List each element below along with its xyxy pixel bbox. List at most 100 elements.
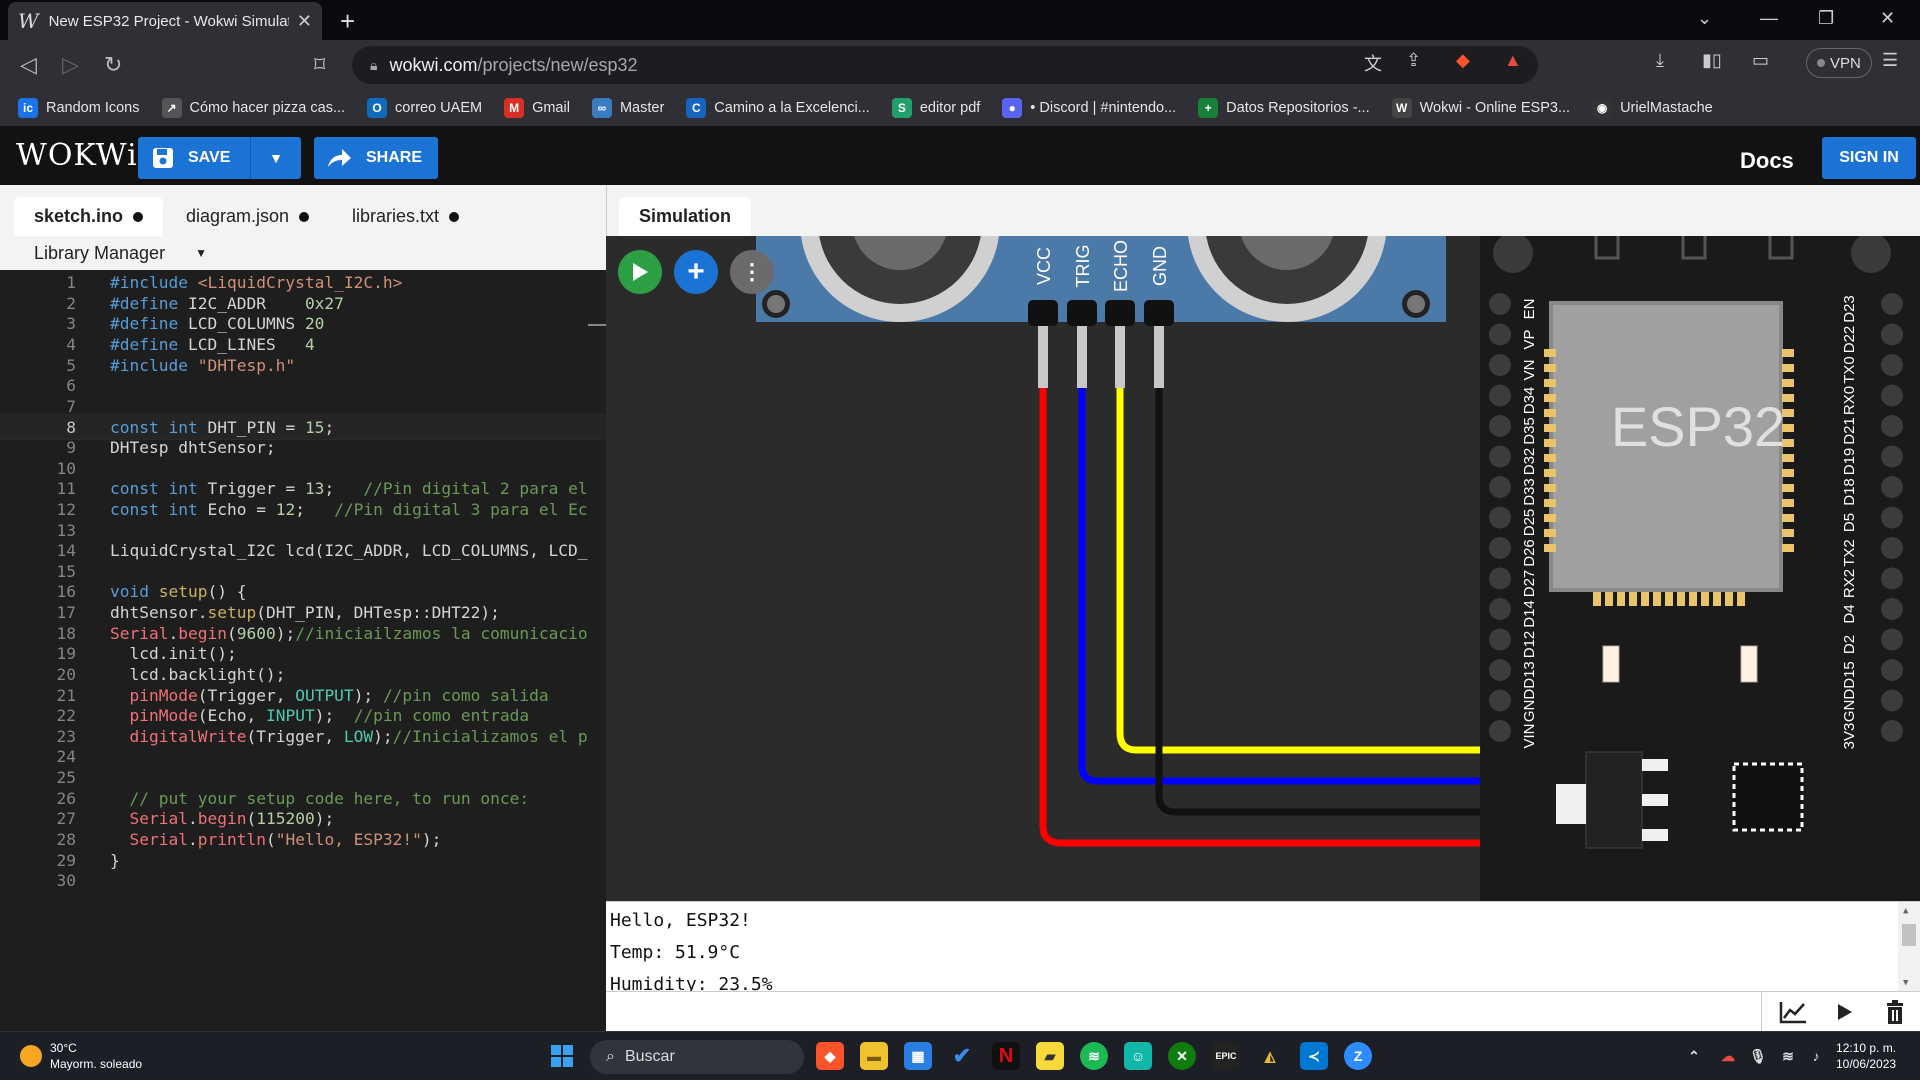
tab-sketch-ino[interactable]: sketch.ino [14,197,164,236]
translate-icon[interactable]: 文 [1364,50,1382,76]
forward-icon[interactable]: ▷ [62,52,79,78]
download-icon[interactable]: ⤓ [1656,50,1664,71]
sign-in-button[interactable]: SIGN IN [1822,137,1916,179]
back-icon[interactable]: ◁ [20,52,37,78]
clear-button[interactable] [1878,996,1912,1028]
menu-icon[interactable]: ☰ [1882,50,1898,71]
header-pin[interactable] [1489,567,1511,590]
vpn-button[interactable]: VPN [1806,48,1872,78]
header-pin[interactable] [1489,628,1511,651]
caret-down-icon[interactable]: ▼ [195,246,207,260]
bookmark-item[interactable]: Seditor pdf [891,98,980,118]
weather-widget[interactable]: 30°C Mayorm. soleado [20,1040,142,1072]
chat-app-icon[interactable]: ☺ [1124,1042,1152,1070]
file-explorer-icon[interactable]: ▬ [860,1042,888,1070]
wallet-icon[interactable]: ▭ [1752,50,1769,71]
header-pin[interactable] [1881,354,1903,376]
epic-games-icon[interactable]: EPIC [1212,1042,1240,1070]
header-pin[interactable] [1489,293,1511,315]
header-pin[interactable] [1489,689,1511,712]
header-pin[interactable] [1881,445,1903,468]
bookmark-item[interactable]: ic Random Icons [18,98,140,118]
close-tab-icon[interactable]: ✕ [297,11,312,32]
tab-diagram-json[interactable]: diagram.json [166,197,329,236]
address-bar[interactable]: 🔒︎ wokwi.com/projects/new/esp32 [352,46,1538,84]
sidebar-icon[interactable]: ▮▯ [1702,50,1722,71]
header-pin[interactable] [1881,506,1903,529]
header-pin[interactable] [1881,659,1903,681]
volume-icon[interactable]: ♪ [1802,1042,1830,1070]
serial-input[interactable] [606,992,1762,1032]
save-button[interactable]: SAVE ▼ [138,137,301,179]
tray-chevron-icon[interactable]: ⌃ [1680,1042,1708,1070]
minimize-button[interactable]: — [1760,8,1778,29]
wokwi-logo[interactable]: WOKWi [16,138,138,173]
bookmark-icon[interactable]: ⌑ [314,52,325,78]
bookmark-item[interactable]: + Datos Repositorios -... [1198,98,1370,118]
scroll-down-icon[interactable]: ▼ [1903,978,1908,988]
header-pin[interactable] [1881,323,1903,346]
header-pin[interactable] [1489,659,1511,681]
header-pin[interactable] [1489,506,1511,529]
resume-button[interactable] [1828,996,1862,1028]
xbox-icon[interactable]: ✕ [1168,1042,1196,1070]
header-pin[interactable] [1489,415,1511,437]
header-pin[interactable] [1489,354,1511,376]
header-pin[interactable] [1881,384,1903,407]
todo-icon[interactable]: ✔ [948,1042,976,1070]
save-options-chevron-icon[interactable]: ▼ [251,150,301,166]
brave-rewards-icon[interactable]: ▲ [1504,50,1522,71]
tab-search-chevron-icon[interactable]: ⌄ [1697,8,1712,29]
brave-browser-icon[interactable]: ◆ [816,1042,844,1070]
simulation-canvas[interactable]: VCC TRIG ECHO GND ESP32 EN VP VN D34 D35… [606,236,1920,901]
app-icon[interactable]: ◭ [1256,1042,1284,1070]
bookmark-item[interactable]: C Camino a la Excelenci... [686,98,870,118]
taskbar-search[interactable]: ⌕ Buscar [590,1040,804,1074]
serial-scrollbar[interactable]: ▲ ▼ [1898,902,1920,991]
browser-tab[interactable]: W New ESP32 Project - Wokwi Simulato ✕ [8,2,322,40]
code-line[interactable]: 30 [0,868,606,893]
bookmark-item[interactable]: M Gmail [504,98,570,118]
plotter-button[interactable] [1776,996,1810,1028]
wifi-icon[interactable]: ≋ [1774,1042,1802,1070]
header-pin[interactable] [1489,384,1511,407]
code-area[interactable]: 1 #include <LiquidCrystal_I2C.h> 2 #define … [0,270,606,1031]
clock[interactable]: 12:10 p. m. 10/06/2023 [1836,1040,1896,1072]
header-pin[interactable] [1489,598,1511,620]
header-pin[interactable] [1881,293,1903,315]
windows-start-icon[interactable] [548,1042,576,1070]
bookmark-item[interactable]: ◉ UrielMastache [1592,98,1713,118]
tab-simulation[interactable]: Simulation [619,197,752,236]
microphone-icon[interactable]: 🎙︎ [1744,1042,1772,1070]
scroll-up-icon[interactable]: ▲ [1903,906,1908,916]
library-manager-bar[interactable]: Library Manager ▼ [0,236,606,270]
restore-button[interactable]: ❐ [1818,8,1834,29]
reload-icon[interactable]: ↻ [104,52,122,78]
sticky-notes-icon[interactable]: ▰ [1036,1042,1064,1070]
header-pin[interactable] [1881,537,1903,559]
tray-app-icon[interactable]: ☁ [1714,1042,1742,1070]
esp32-board[interactable]: ESP32 EN VP VN D34 D35 D32 D33 D25 D26 D27 D14 D12 D… [1480,236,1920,901]
bookmark-item[interactable]: ↗ Cómo hacer pizza cas... [161,98,345,118]
serial-monitor[interactable]: Hello, ESP32! Temp: 51.9°C Humidity: 23.… [606,901,1920,991]
header-pin[interactable] [1881,476,1903,498]
start-simulation-button[interactable] [618,250,662,294]
bookmark-item[interactable]: Ocorreo UAEM [367,98,482,118]
bookmark-item[interactable]: ∞ Master [591,98,664,118]
share-page-icon[interactable]: ⇪ [1406,50,1421,71]
store-icon[interactable]: ▦ [904,1042,932,1070]
vscode-icon[interactable]: ≺ [1300,1042,1328,1070]
scroll-thumb[interactable] [1902,924,1916,946]
netflix-icon[interactable]: N [992,1042,1020,1070]
spotify-icon[interactable]: ≋ [1080,1042,1108,1070]
header-pin[interactable] [1489,537,1511,559]
header-pin[interactable] [1881,567,1903,590]
more-options-button[interactable]: ⋮ [730,250,774,294]
close-window-button[interactable]: ✕ [1880,8,1895,29]
header-pin[interactable] [1881,720,1903,742]
zoom-icon[interactable]: Z [1344,1042,1372,1070]
add-part-button[interactable]: + [674,250,718,294]
brave-shields-icon[interactable]: ◆ [1456,50,1470,71]
header-pin[interactable] [1881,415,1903,437]
header-pin[interactable] [1881,689,1903,712]
